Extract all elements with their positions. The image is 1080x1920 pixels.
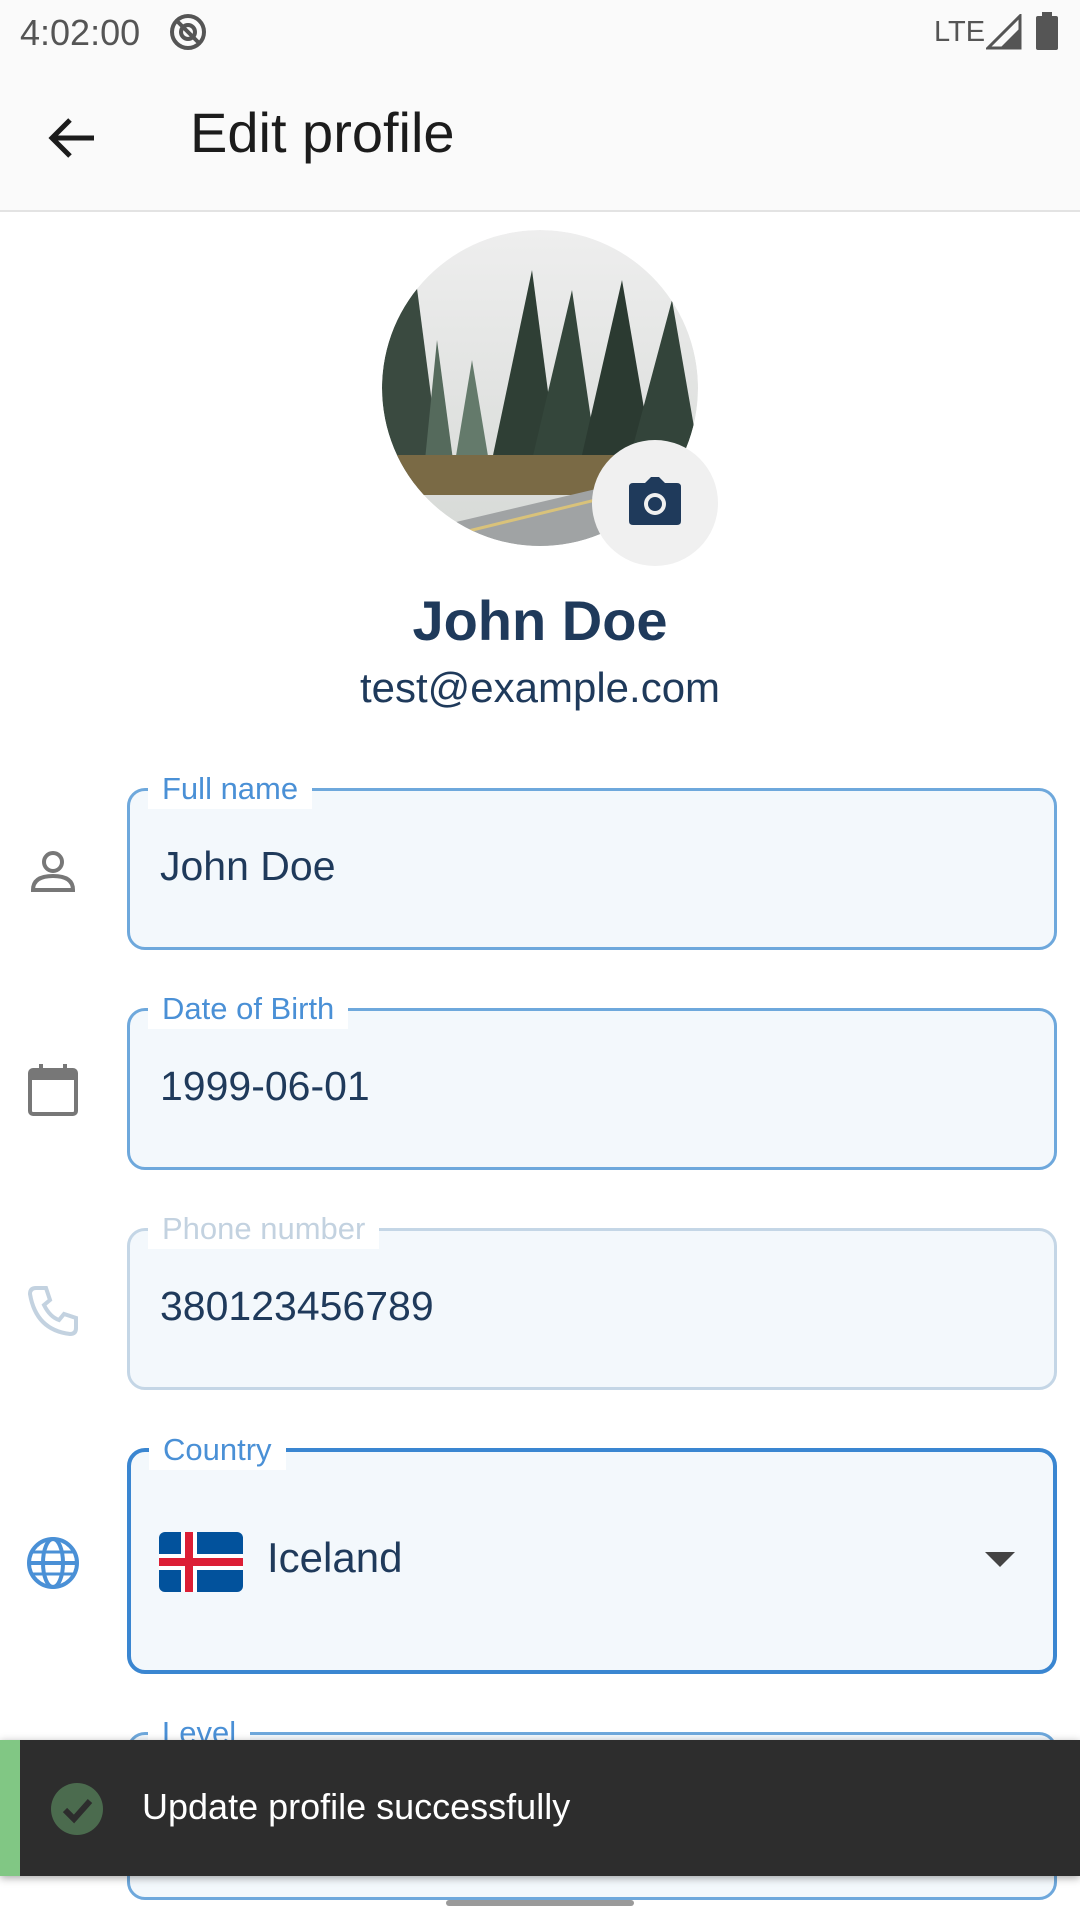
phone-number-field: Phone number 380123456789	[127, 1209, 1057, 1390]
full-name-value: John Doe	[160, 843, 336, 889]
person-icon	[30, 851, 76, 892]
iceland-flag-icon	[159, 1532, 243, 1592]
profile-name: John Doe	[412, 589, 668, 652]
full-name-field[interactable]: Full name John Doe	[127, 769, 1057, 950]
profile-email: test@example.com	[359, 664, 721, 711]
dropdown-arrow-icon[interactable]	[985, 1552, 1015, 1567]
snackbar-accent	[0, 1740, 20, 1876]
arrow-back-icon[interactable]	[44, 110, 100, 166]
date-of-birth-label: Date of Birth	[148, 989, 349, 1029]
camera-icon	[629, 477, 681, 525]
signal-icon	[986, 14, 1022, 50]
country-label: Country	[149, 1430, 286, 1470]
date-of-birth-field[interactable]: Date of Birth 1999-06-01	[127, 989, 1057, 1170]
app-notification-icon	[170, 14, 206, 50]
status-bar: 4:02:00 LTE	[0, 0, 1080, 62]
globe-icon	[27, 1537, 79, 1589]
calendar-icon	[28, 1064, 78, 1116]
phone-number-value: 380123456789	[160, 1283, 434, 1329]
app-bar: Edit profile	[0, 62, 1080, 212]
status-time: 4:02:00	[20, 12, 141, 53]
snackbar-message: Update profile successfully	[142, 1786, 571, 1827]
country-value: Iceland	[267, 1534, 403, 1581]
country-dropdown[interactable]: Country Iceland	[127, 1430, 1057, 1674]
snackbar: Update profile successfully	[0, 1740, 1080, 1876]
check-circle-icon	[51, 1783, 103, 1835]
phone-number-label: Phone number	[148, 1209, 380, 1249]
page-title: Edit profile	[190, 101, 455, 164]
network-type: LTE	[934, 16, 986, 48]
phone-icon	[27, 1286, 78, 1337]
date-of-birth-value: 1999-06-01	[160, 1063, 370, 1109]
change-photo-button[interactable]	[592, 440, 718, 566]
full-name-label: Full name	[148, 769, 313, 809]
gesture-nav-handle[interactable]	[446, 1900, 634, 1906]
battery-icon	[1036, 12, 1058, 50]
